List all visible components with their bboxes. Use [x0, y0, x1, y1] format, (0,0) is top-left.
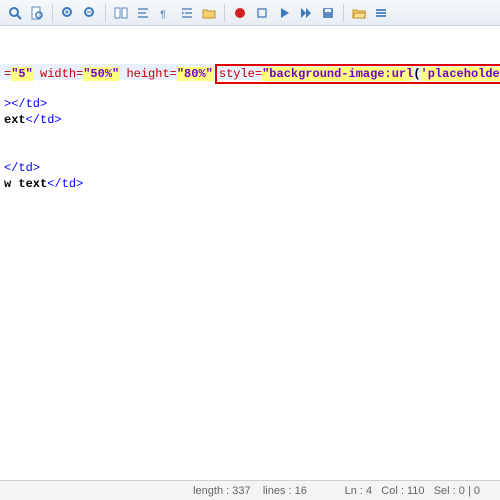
code-editor[interactable]: ="5" width="50%" height="80%"style="back… — [0, 26, 500, 480]
menu-dropdown-icon[interactable] — [372, 4, 390, 22]
code-line[interactable]: ></td> — [0, 96, 500, 112]
zoom-out-icon[interactable] — [81, 4, 99, 22]
bracket: > — [54, 113, 61, 127]
toolbar-separator — [52, 4, 53, 22]
code-line[interactable]: </td> — [0, 160, 500, 176]
folder-icon[interactable] — [200, 4, 218, 22]
bracket: > — [76, 177, 83, 191]
attr-name: height= — [119, 67, 177, 81]
bracket: > — [40, 97, 47, 111]
lines-value: 16 — [295, 485, 307, 497]
attr-value: "80%" — [177, 67, 213, 81]
stop-icon[interactable] — [253, 4, 271, 22]
fast-forward-icon[interactable] — [297, 4, 315, 22]
toolbar: ¶ — [0, 0, 500, 26]
tag-name: td — [26, 97, 40, 111]
status-position: Ln : 4 Col : 110 Sel : 0 | 0 — [345, 485, 480, 497]
text-content: w text — [4, 177, 47, 191]
length-value: 337 — [232, 485, 250, 497]
toolbar-separator — [105, 4, 106, 22]
bracket: </ — [4, 161, 18, 175]
attr-name: style= — [219, 67, 262, 81]
bracket: </ — [47, 177, 61, 191]
save-macro-icon[interactable] — [319, 4, 337, 22]
bracket: > — [33, 161, 40, 175]
toolbar-separator — [224, 4, 225, 22]
paren: ( — [413, 67, 420, 81]
wrap-icon[interactable] — [134, 4, 152, 22]
highlighted-style-attribute: style="background-image:url('placeholder… — [215, 64, 500, 84]
status-length: length : 337 lines : 16 — [193, 485, 307, 497]
ln-label: Ln : — [345, 485, 363, 497]
status-bar: length : 337 lines : 16 Ln : 4 Col : 110… — [0, 480, 500, 500]
indent-icon[interactable] — [178, 4, 196, 22]
col-label: Col : — [381, 485, 404, 497]
play-icon[interactable] — [275, 4, 293, 22]
sel-value: 0 | 0 — [459, 485, 480, 497]
tag-name: td — [40, 113, 54, 127]
bracket: </ — [26, 113, 40, 127]
text-content: ext — [4, 113, 26, 127]
sel-label: Sel : — [434, 485, 456, 497]
attr-value: 'placeholder1.jpg' — [421, 67, 500, 81]
tag-name: td — [18, 161, 32, 175]
code-line[interactable]: ="5" width="50%" height="80%"style="back… — [0, 64, 500, 80]
show-all-icon[interactable]: ¶ — [156, 4, 174, 22]
col-value: 110 — [407, 485, 425, 497]
svg-text:¶: ¶ — [160, 10, 166, 20]
lines-label: lines : — [263, 485, 292, 497]
attr-name: width= — [33, 67, 83, 81]
attr-value: "50%" — [83, 67, 119, 81]
attr-value: "background-image:url — [262, 67, 413, 81]
tag-name: td — [62, 177, 76, 191]
record-icon[interactable] — [231, 4, 249, 22]
zoom-in-icon[interactable] — [59, 4, 77, 22]
length-label: length : — [193, 485, 229, 497]
sync-scroll-icon[interactable] — [112, 4, 130, 22]
code-line[interactable]: ext</td> — [0, 112, 500, 128]
search-doc-icon[interactable] — [28, 4, 46, 22]
find-icon[interactable] — [6, 4, 24, 22]
ln-value: 4 — [366, 485, 372, 497]
toolbar-separator — [343, 4, 344, 22]
bracket: </ — [11, 97, 25, 111]
code-line[interactable]: w text</td> — [0, 176, 500, 192]
open-folder-icon[interactable] — [350, 4, 368, 22]
attr-value: "5" — [11, 67, 33, 81]
